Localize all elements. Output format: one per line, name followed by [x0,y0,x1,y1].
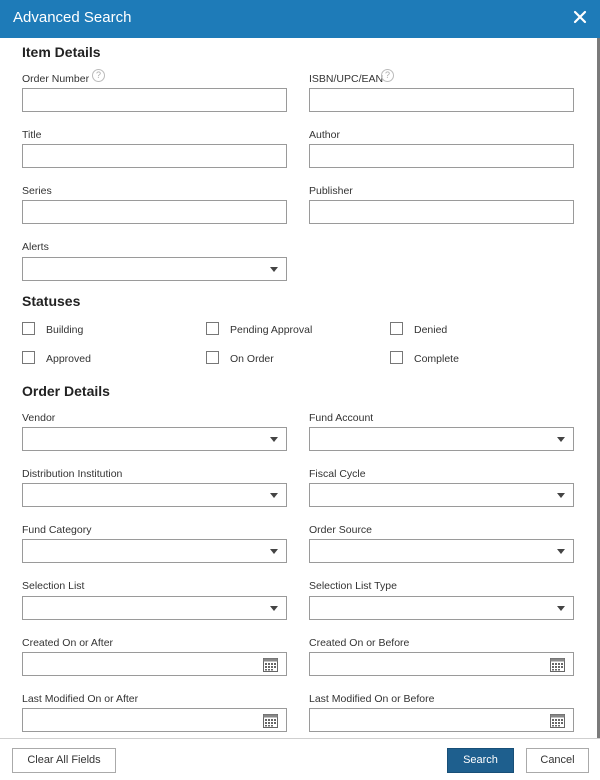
modified-before-input[interactable] [309,708,574,732]
calendar-icon[interactable] [549,712,566,729]
series-input[interactable] [22,200,287,224]
order-source-label: Order Source [309,524,373,536]
alerts-label: Alerts [22,241,49,253]
fund-account-label: Fund Account [309,412,374,424]
item-details-heading: Item Details [22,44,101,60]
selection-list-label: Selection List [22,580,85,592]
denied-label: Denied [414,324,448,336]
close-icon[interactable] [569,6,591,28]
chevron-down-icon [557,549,565,554]
calendar-icon[interactable] [549,656,566,673]
selection-list-type-label: Selection List Type [309,580,397,592]
chevron-down-icon [270,606,278,611]
clear-all-fields-button[interactable]: Clear All Fields [12,748,116,773]
title-input[interactable] [22,144,287,168]
building-checkbox[interactable] [22,322,35,335]
dialog-title: Advanced Search [13,9,132,26]
isbn-label: ISBN/UPC/EAN [309,73,384,85]
alerts-select[interactable] [22,257,287,281]
modified-after-input[interactable] [22,708,287,732]
chevron-down-icon [270,549,278,554]
created-after-label: Created On or After [22,637,114,649]
footer-divider [0,738,600,739]
help-icon[interactable]: ? [92,69,105,82]
complete-checkbox[interactable] [390,351,403,364]
approved-checkbox[interactable] [22,351,35,364]
vendor-select[interactable] [22,427,287,451]
building-label: Building [46,324,84,336]
order-source-select[interactable] [309,539,574,563]
denied-checkbox[interactable] [390,322,403,335]
distribution-institution-select[interactable] [22,483,287,507]
fund-category-label: Fund Category [22,524,92,536]
chevron-down-icon [270,437,278,442]
created-before-label: Created On or Before [309,637,410,649]
order-details-heading: Order Details [22,383,110,399]
complete-label: Complete [414,353,459,365]
isbn-input[interactable] [309,88,574,112]
vendor-label: Vendor [22,412,56,424]
chevron-down-icon [270,267,278,272]
on-order-checkbox[interactable] [206,351,219,364]
series-label: Series [22,185,52,197]
created-before-input[interactable] [309,652,574,676]
order-number-label: Order Number [22,73,90,85]
order-number-input[interactable] [22,88,287,112]
calendar-icon[interactable] [262,656,279,673]
calendar-icon[interactable] [262,712,279,729]
fund-account-select[interactable] [309,427,574,451]
modified-after-label: Last Modified On or After [22,693,139,705]
distribution-institution-label: Distribution Institution [22,468,123,480]
fund-category-select[interactable] [22,539,287,563]
title-label: Title [22,129,42,141]
statuses-heading: Statuses [22,293,81,309]
pending-approval-checkbox[interactable] [206,322,219,335]
publisher-input[interactable] [309,200,574,224]
chevron-down-icon [557,606,565,611]
created-after-input[interactable] [22,652,287,676]
selection-list-type-select[interactable] [309,596,574,620]
chevron-down-icon [557,493,565,498]
dialog-header: Advanced Search [0,0,600,38]
author-input[interactable] [309,144,574,168]
modified-before-label: Last Modified On or Before [309,693,435,705]
author-label: Author [309,129,340,141]
pending-approval-label: Pending Approval [230,324,313,336]
fiscal-cycle-label: Fiscal Cycle [309,468,366,480]
search-button[interactable]: Search [447,748,514,773]
approved-label: Approved [46,353,91,365]
selection-list-select[interactable] [22,596,287,620]
chevron-down-icon [270,493,278,498]
chevron-down-icon [557,437,565,442]
help-icon[interactable]: ? [381,69,394,82]
publisher-label: Publisher [309,185,353,197]
cancel-button[interactable]: Cancel [526,748,589,773]
on-order-label: On Order [230,353,274,365]
fiscal-cycle-select[interactable] [309,483,574,507]
